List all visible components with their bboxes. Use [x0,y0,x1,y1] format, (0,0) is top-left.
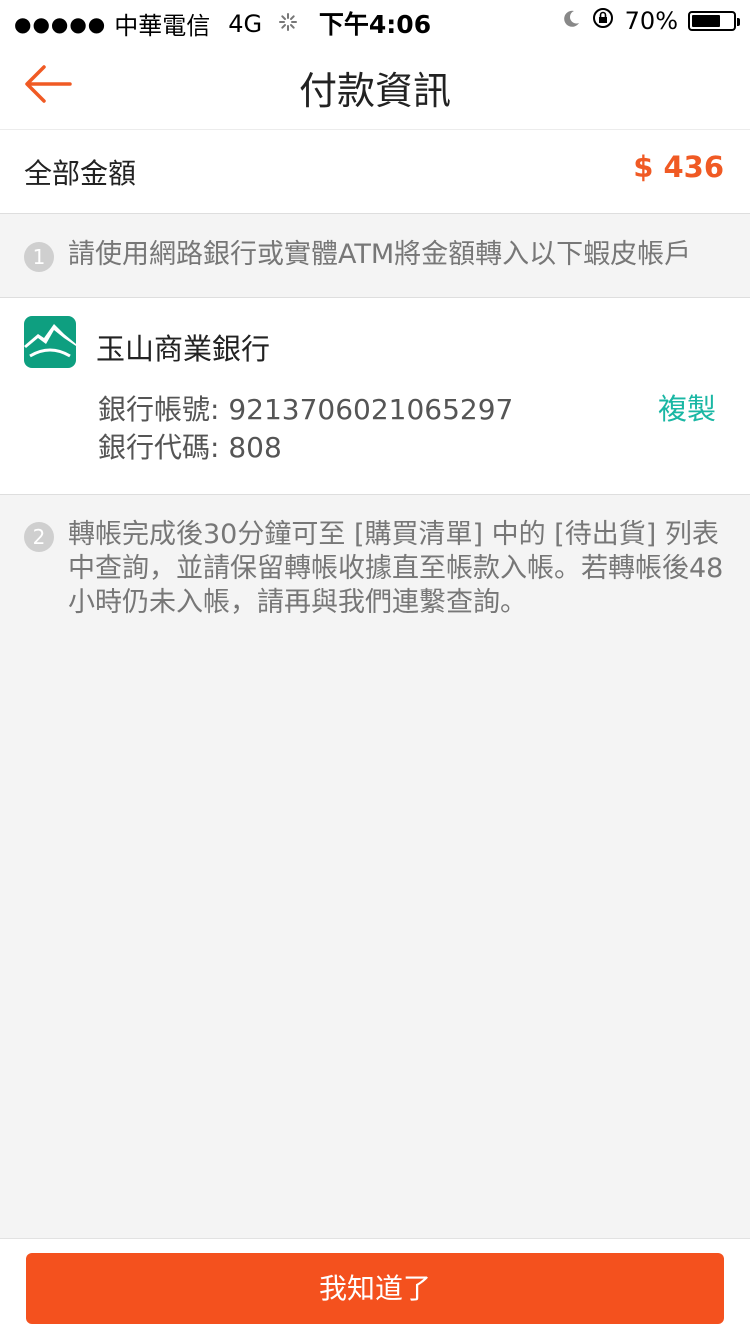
step-number-badge: 1 [24,242,54,272]
confirm-button[interactable]: 我知道了 [26,1253,724,1324]
total-amount-row: 全部金額 $ 436 [0,130,750,214]
battery-icon [688,11,740,31]
status-icons: 70% [561,6,740,36]
total-label: 全部金額 [24,157,137,190]
battery-fill [692,15,720,27]
instruction-step-1: 1 請使用網路銀行或實體ATM將金額轉入以下蝦皮帳戶 [0,238,750,272]
nav-bar: 付款資訊 [0,40,750,130]
instruction-step-2: 2 轉帳完成後30分鐘可至 [購買清單] 中的 [待出貨] 列表中查詢，並請保留… [0,518,750,620]
total-amount-value: $ 436 [633,150,724,184]
page-title: 付款資訊 [298,69,451,113]
step-text: 請使用網路銀行或實體ATM將金額轉入以下蝦皮帳戶 [68,239,692,270]
bank-code: 銀行代碼: 808 [98,431,282,464]
step-text: 轉帳完成後30分鐘可至 [購買清單] 中的 [待出貨] 列表中查詢，並請保留轉帳… [68,519,724,618]
step-number-badge: 2 [24,522,54,552]
bank-name: 玉山商業銀行 [96,332,271,366]
battery-percent: 70% [624,7,678,35]
status-bar: ●●●●● 中華電信 4G 下午4:06 70% [0,0,750,40]
copy-button[interactable]: 複製 [658,386,716,428]
moon-icon [561,7,581,35]
bank-account-card: 玉山商業銀行 銀行帳號: 9213706021065297 銀行代碼: 808 … [0,297,750,495]
rotation-lock-icon [591,6,615,36]
footer-bar: 我知道了 [0,1238,750,1334]
bank-account-number: 銀行帳號: 9213706021065297 [98,393,514,426]
esun-bank-logo [24,316,76,368]
